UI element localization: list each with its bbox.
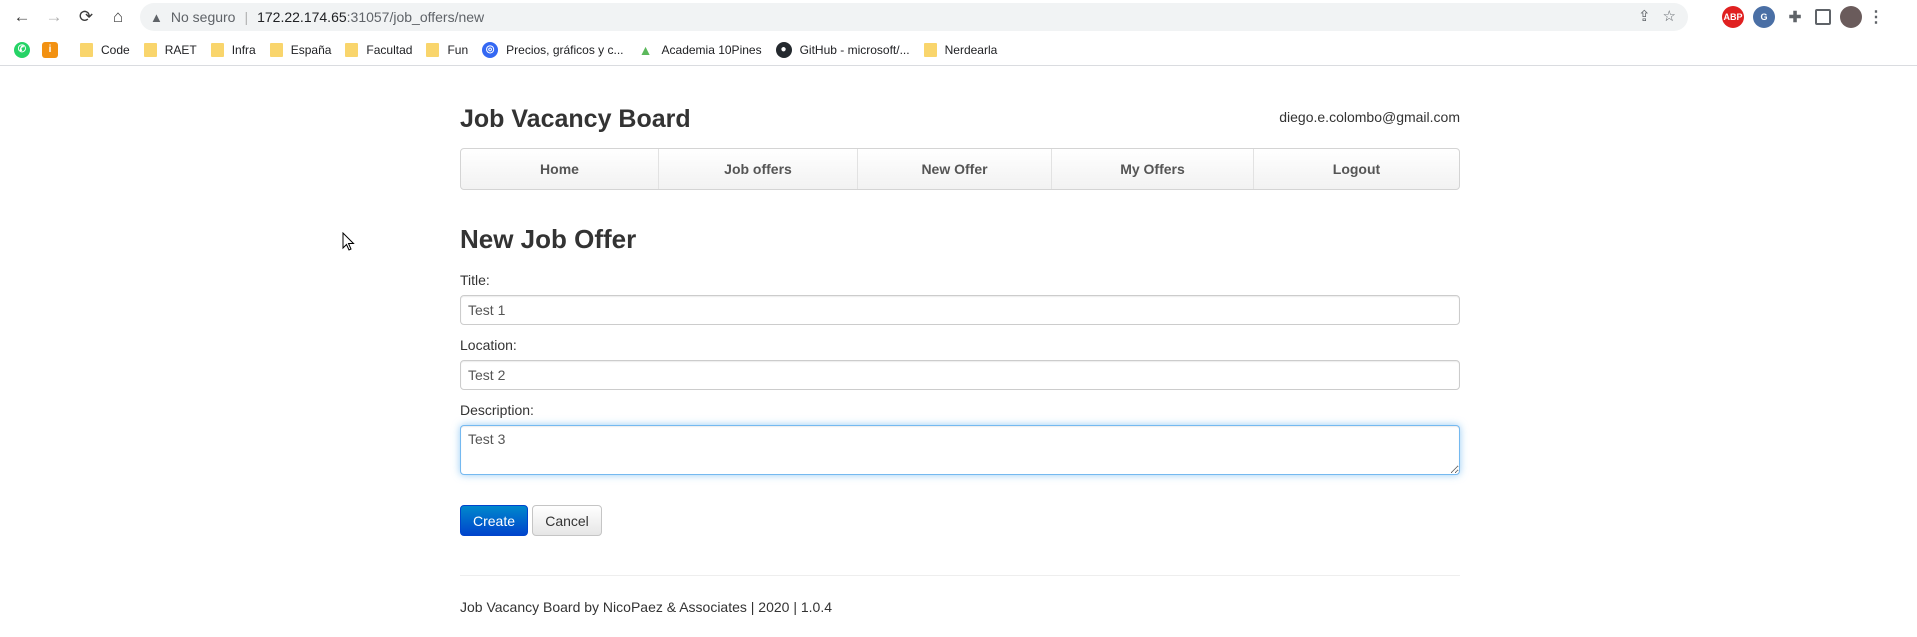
folder-icon <box>345 42 359 57</box>
nav-home[interactable]: Home <box>461 149 659 189</box>
tree-icon: ▲ <box>638 41 653 58</box>
bookmark-raet[interactable]: RAET <box>143 38 197 62</box>
info-icon: i <box>42 41 58 58</box>
bookmark-precios[interactable]: ◎ Precios, gráficos y c... <box>482 38 624 62</box>
description-textarea[interactable]: Test 3 <box>460 425 1460 475</box>
github-icon: ● <box>775 41 792 58</box>
warning-icon: ▲ <box>150 9 163 25</box>
bookmark-infra[interactable]: Infra <box>210 38 256 62</box>
bookmarks-bar: ✆ i Code RAET Infra España Facultad Fun … <box>0 34 1917 66</box>
folder-icon <box>923 42 937 57</box>
bookmark-code[interactable]: Code <box>80 38 130 62</box>
back-arrow-icon[interactable]: ← <box>6 1 38 33</box>
home-icon[interactable]: ⌂ <box>102 1 134 33</box>
bookmark-nerdearla[interactable]: Nerdearla <box>923 38 998 62</box>
adblock-icon[interactable]: ABP <box>1722 6 1744 28</box>
main-nav: Home Job offers New Offer My Offers Logo… <box>460 148 1460 190</box>
create-button[interactable]: Create <box>460 505 528 536</box>
bookmark-label: Infra <box>231 42 256 57</box>
folder-icon <box>143 42 157 57</box>
sidebar-icon[interactable] <box>1815 9 1831 25</box>
url-path: :31057/job_offers/new <box>346 9 485 25</box>
bookmark-label: GitHub - microsoft/... <box>799 42 910 57</box>
bookmark-label: Precios, gráficos y c... <box>506 42 624 57</box>
bookmark-whatsapp[interactable]: ✆ <box>14 38 38 62</box>
location-input[interactable] <box>460 360 1460 390</box>
folder-icon <box>210 42 224 57</box>
folder-icon <box>80 42 93 57</box>
footer-text: Job Vacancy Board by NicoPaez & Associat… <box>460 599 833 615</box>
nav-my-offers[interactable]: My Offers <box>1052 149 1254 189</box>
page-header: Job Vacancy Board diego.e.colombo@gmail.… <box>460 95 1460 135</box>
title-label: Title: <box>460 272 490 288</box>
star-icon[interactable]: ☆ <box>1663 7 1676 25</box>
bookmark-label: Academia 10Pines <box>661 42 762 57</box>
footer-divider <box>460 575 1460 576</box>
bookmark-academia[interactable]: ▲ Academia 10Pines <box>638 38 762 62</box>
bookmark-fun[interactable]: Fun <box>426 38 468 62</box>
nav-job-offers[interactable]: Job offers <box>659 149 858 189</box>
bookmark-label: Code <box>101 42 130 57</box>
bookmark-github[interactable]: ● GitHub - microsoft/... <box>775 38 910 62</box>
bookmark-label: España <box>290 42 332 57</box>
title-input[interactable] <box>460 295 1460 325</box>
cancel-button[interactable]: Cancel <box>532 505 602 536</box>
address-bar[interactable]: ▲ No seguro | 172.22.174.65:31057/job_of… <box>140 3 1688 31</box>
menu-icon[interactable]: ⋮ <box>1868 6 1884 28</box>
nav-logout[interactable]: Logout <box>1254 149 1459 189</box>
address-separator: | <box>244 9 249 25</box>
security-status: No seguro <box>170 9 236 25</box>
bookmark-espana[interactable]: España <box>269 38 332 62</box>
whatsapp-icon: ✆ <box>14 41 30 58</box>
reload-icon[interactable]: ⟳ <box>70 1 102 33</box>
description-label: Description: <box>460 402 534 418</box>
url-host: 172.22.174.65 <box>257 9 347 25</box>
bookmark-label: Facultad <box>366 42 413 57</box>
nav-new-offer[interactable]: New Offer <box>858 149 1052 189</box>
bookmark-info[interactable]: i <box>42 38 66 62</box>
avatar[interactable] <box>1840 6 1862 28</box>
extension-icon[interactable]: G <box>1753 6 1775 28</box>
puzzle-icon[interactable]: ✚ <box>1784 6 1806 28</box>
folder-icon <box>269 42 283 57</box>
bookmark-label: Nerdearla <box>944 42 998 57</box>
brand-title[interactable]: Job Vacancy Board <box>460 105 691 134</box>
bookmark-facultad[interactable]: Facultad <box>345 38 412 62</box>
page-title: New Job Offer <box>460 224 637 254</box>
share-icon[interactable]: ⇪ <box>1638 7 1651 25</box>
folder-icon <box>426 42 440 57</box>
bookmark-label: Fun <box>447 42 469 57</box>
browser-toolbar: ← → ⟳ ⌂ ▲ No seguro | 172.22.174.65:3105… <box>0 0 1917 34</box>
coingecko-icon: ◎ <box>482 41 499 58</box>
forward-arrow-icon[interactable]: → <box>38 1 70 33</box>
location-label: Location: <box>460 337 517 353</box>
bookmark-label: RAET <box>164 42 197 57</box>
mouse-cursor-icon <box>342 232 355 251</box>
user-email: diego.e.colombo@gmail.com <box>1279 109 1460 125</box>
